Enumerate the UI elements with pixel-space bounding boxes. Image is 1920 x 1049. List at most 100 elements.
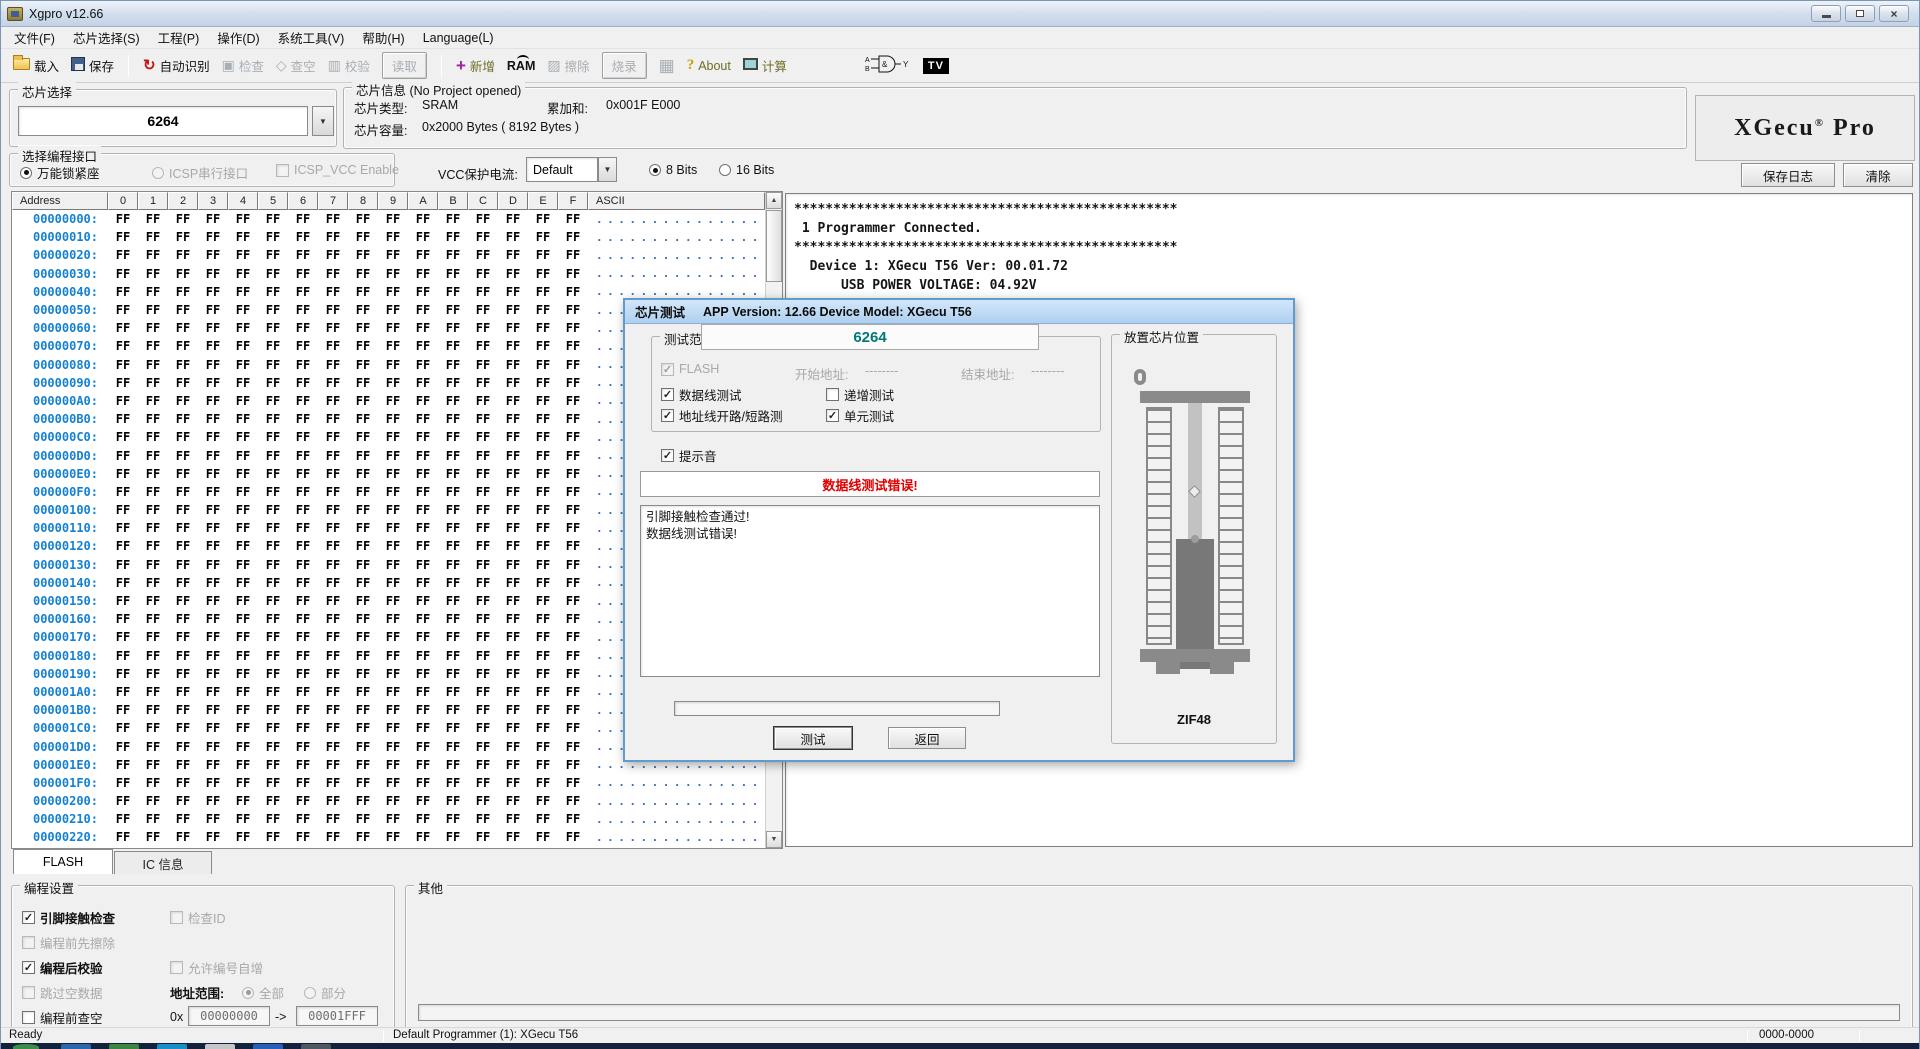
hex-byte-cell[interactable]: FF bbox=[138, 339, 168, 353]
hex-byte-cell[interactable]: FF bbox=[498, 703, 528, 717]
hex-byte-cell[interactable]: FF bbox=[288, 339, 318, 353]
hex-byte-cell[interactable]: FF bbox=[468, 449, 498, 463]
hex-byte-cell[interactable]: FF bbox=[558, 303, 588, 317]
hex-byte-cell[interactable]: FF bbox=[318, 685, 348, 699]
hex-byte-cell[interactable]: FF bbox=[498, 467, 528, 481]
hex-byte-cell[interactable]: FF bbox=[108, 303, 138, 317]
hex-byte-cell[interactable]: FF bbox=[168, 248, 198, 262]
hex-byte-cell[interactable]: FF bbox=[198, 521, 228, 535]
taskbar-app-5[interactable] bbox=[253, 1044, 283, 1049]
hex-byte-cell[interactable]: FF bbox=[498, 503, 528, 517]
hex-byte-cell[interactable]: FF bbox=[528, 740, 558, 754]
hex-byte-cell[interactable]: FF bbox=[528, 467, 558, 481]
hex-byte-cell[interactable]: FF bbox=[378, 740, 408, 754]
hex-byte-cell[interactable]: FF bbox=[498, 667, 528, 681]
hex-byte-cell[interactable]: FF bbox=[108, 576, 138, 590]
hex-byte-cell[interactable]: FF bbox=[438, 430, 468, 444]
hex-byte-cell[interactable]: FF bbox=[168, 212, 198, 226]
hex-byte-cell[interactable]: FF bbox=[138, 539, 168, 553]
hex-byte-cell[interactable]: FF bbox=[558, 212, 588, 226]
hex-byte-cell[interactable]: FF bbox=[168, 521, 198, 535]
hex-byte-cell[interactable]: FF bbox=[138, 612, 168, 626]
hex-byte-cell[interactable]: FF bbox=[138, 267, 168, 281]
hex-byte-cell[interactable]: FF bbox=[258, 612, 288, 626]
hex-byte-cell[interactable]: FF bbox=[438, 558, 468, 572]
hex-byte-cell[interactable]: FF bbox=[108, 649, 138, 663]
hex-byte-cell[interactable]: FF bbox=[378, 321, 408, 335]
hex-byte-cell[interactable]: FF bbox=[378, 285, 408, 299]
taskbar-app-4[interactable] bbox=[205, 1044, 235, 1049]
hex-byte-cell[interactable]: FF bbox=[108, 430, 138, 444]
hex-byte-cell[interactable]: FF bbox=[258, 394, 288, 408]
hex-byte-cell[interactable]: FF bbox=[558, 740, 588, 754]
hex-byte-cell[interactable]: FF bbox=[528, 394, 558, 408]
hex-byte-cell[interactable]: FF bbox=[408, 321, 438, 335]
hex-byte-cell[interactable]: FF bbox=[438, 758, 468, 772]
hex-byte-cell[interactable]: FF bbox=[408, 758, 438, 772]
hex-byte-cell[interactable]: FF bbox=[498, 212, 528, 226]
hex-byte-cell[interactable]: FF bbox=[498, 230, 528, 244]
hex-byte-cell[interactable]: FF bbox=[198, 467, 228, 481]
hex-byte-cell[interactable]: FF bbox=[378, 630, 408, 644]
hex-byte-cell[interactable]: FF bbox=[138, 558, 168, 572]
hex-byte-cell[interactable]: FF bbox=[138, 376, 168, 390]
hex-byte-cell[interactable]: FF bbox=[528, 630, 558, 644]
hex-byte-cell[interactable]: FF bbox=[468, 558, 498, 572]
hex-byte-cell[interactable]: FF bbox=[258, 521, 288, 535]
hex-byte-cell[interactable]: FF bbox=[288, 303, 318, 317]
hex-byte-cell[interactable]: FF bbox=[408, 576, 438, 590]
hex-byte-cell[interactable]: FF bbox=[378, 248, 408, 262]
hex-byte-cell[interactable]: FF bbox=[558, 703, 588, 717]
hex-byte-cell[interactable]: FF bbox=[438, 358, 468, 372]
hex-byte-cell[interactable]: FF bbox=[258, 430, 288, 444]
hex-byte-cell[interactable]: FF bbox=[258, 685, 288, 699]
hex-byte-cell[interactable]: FF bbox=[558, 248, 588, 262]
hex-byte-cell[interactable]: FF bbox=[228, 230, 258, 244]
hex-byte-cell[interactable]: FF bbox=[348, 503, 378, 517]
hex-byte-cell[interactable]: FF bbox=[498, 430, 528, 444]
hex-byte-cell[interactable]: FF bbox=[168, 339, 198, 353]
hex-byte-cell[interactable]: FF bbox=[138, 449, 168, 463]
hex-byte-cell[interactable]: FF bbox=[258, 467, 288, 481]
hex-byte-cell[interactable]: FF bbox=[528, 412, 558, 426]
hex-byte-cell[interactable]: FF bbox=[198, 449, 228, 463]
close-button[interactable]: × bbox=[1879, 5, 1909, 22]
skip-blank-checkbox[interactable]: 跳过空数据 bbox=[22, 983, 103, 1002]
hex-byte-cell[interactable]: FF bbox=[168, 721, 198, 735]
hex-byte-cell[interactable]: FF bbox=[378, 303, 408, 317]
hex-byte-cell[interactable]: FF bbox=[378, 539, 408, 553]
hex-byte-cell[interactable]: FF bbox=[318, 394, 348, 408]
hex-byte-cell[interactable]: FF bbox=[198, 685, 228, 699]
hex-byte-cell[interactable]: FF bbox=[558, 558, 588, 572]
hex-byte-cell[interactable]: FF bbox=[228, 703, 258, 717]
hex-byte-cell[interactable]: FF bbox=[408, 449, 438, 463]
hex-byte-cell[interactable]: FF bbox=[528, 521, 558, 535]
hex-byte-cell[interactable]: FF bbox=[108, 285, 138, 299]
range-all-radio[interactable]: 全部 bbox=[242, 983, 284, 1002]
hex-byte-cell[interactable]: FF bbox=[558, 721, 588, 735]
hex-byte-cell[interactable]: FF bbox=[108, 703, 138, 717]
hex-byte-cell[interactable]: FF bbox=[348, 758, 378, 772]
hex-byte-cell[interactable]: FF bbox=[348, 394, 378, 408]
hex-byte-cell[interactable]: FF bbox=[198, 667, 228, 681]
hex-byte-cell[interactable]: FF bbox=[378, 467, 408, 481]
hex-byte-cell[interactable]: FF bbox=[558, 521, 588, 535]
menu-language[interactable]: Language(L) bbox=[414, 29, 503, 47]
hex-byte-cell[interactable]: FF bbox=[438, 794, 468, 808]
hex-byte-cell[interactable]: FF bbox=[348, 685, 378, 699]
hex-byte-cell[interactable]: FF bbox=[348, 776, 378, 790]
hex-byte-cell[interactable]: FF bbox=[528, 758, 558, 772]
hex-byte-cell[interactable]: FF bbox=[198, 267, 228, 281]
hex-byte-cell[interactable]: FF bbox=[438, 267, 468, 281]
hex-byte-cell[interactable]: FF bbox=[468, 630, 498, 644]
hex-byte-cell[interactable]: FF bbox=[528, 594, 558, 608]
hex-ascii-cell[interactable]: ................ bbox=[588, 831, 765, 844]
hex-byte-cell[interactable]: FF bbox=[228, 667, 258, 681]
test-button[interactable]: 测试 bbox=[774, 727, 852, 749]
toolbar-ram-test-button[interactable]: RAM bbox=[507, 59, 535, 73]
hex-byte-cell[interactable]: FF bbox=[168, 230, 198, 244]
hex-byte-cell[interactable]: FF bbox=[378, 794, 408, 808]
hex-byte-cell[interactable]: FF bbox=[318, 812, 348, 826]
hex-byte-cell[interactable]: FF bbox=[258, 212, 288, 226]
hex-byte-cell[interactable]: FF bbox=[348, 521, 378, 535]
